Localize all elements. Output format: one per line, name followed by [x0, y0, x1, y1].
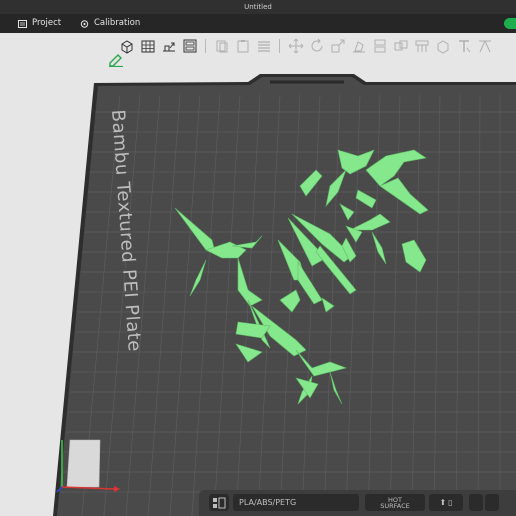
plate-info-bar: PLA/ABS/PETG HOT SURFACE ⬆ ▯ [199, 490, 516, 516]
upload-icons[interactable]: ⬆ ▯ [429, 494, 463, 511]
bed-icon-2[interactable] [485, 494, 499, 511]
mode-toggle[interactable] [504, 18, 516, 29]
tab-project[interactable]: Project [18, 14, 61, 33]
project-icon [18, 19, 27, 28]
window-titlebar: Untitled [0, 0, 516, 14]
bed-icon-1[interactable] [469, 494, 483, 511]
3d-viewport[interactable]: Bambu Textured PEI Plate PLA/ABS/PETG HO… [0, 33, 516, 516]
calibration-icon [80, 19, 89, 28]
build-plate-scene[interactable]: Bambu Textured PEI Plate [0, 33, 516, 516]
plate-origin-pad [66, 439, 101, 488]
upload-icon[interactable]: ⬆ [439, 498, 446, 507]
top-menu-bar: Project Calibration [0, 14, 516, 33]
tab-project-label: Project [32, 18, 62, 28]
save-icon[interactable]: ▯ [448, 498, 452, 507]
filament-type-badge: PLA/ABS/PETG [233, 494, 359, 511]
tab-calibration[interactable]: Calibration [80, 14, 140, 33]
tab-calibration-label: Calibration [94, 18, 141, 28]
filament-icon[interactable] [209, 494, 229, 511]
filament-type-text: PLA/ABS/PETG [239, 498, 297, 507]
hot-surface-badge: HOT SURFACE [365, 494, 425, 511]
hot-surface-line2: SURFACE [380, 501, 410, 510]
window-title: Untitled [244, 3, 272, 11]
